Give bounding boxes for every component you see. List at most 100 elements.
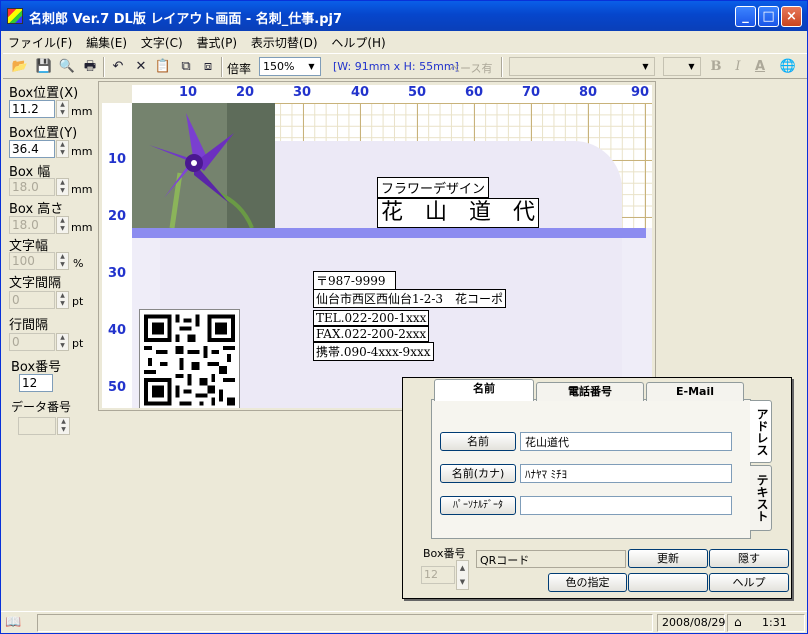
ruler-label: 60	[465, 85, 484, 100]
box-height-input[interactable]: 18.0	[9, 216, 55, 234]
box-number-field: 12	[19, 374, 53, 392]
unit-label: pt	[72, 295, 84, 308]
chevron-down-icon: ▼	[308, 62, 315, 71]
delete-icon[interactable]: ✕	[132, 58, 150, 76]
book-icon: 📖	[5, 615, 22, 630]
tab-email[interactable]: E-Mail	[646, 382, 744, 401]
tel-text[interactable]: TEL.022-200-1xxx	[313, 310, 430, 326]
name-text[interactable]: 花 山 道 代	[377, 198, 540, 228]
ruler-label: 50	[108, 380, 127, 395]
minimize-button[interactable]: _	[735, 6, 756, 27]
toolbar-separator	[221, 57, 223, 77]
base-toggle[interactable]: ベース有	[449, 60, 492, 76]
char-width-input[interactable]: 100	[9, 252, 55, 270]
menu-file[interactable]: ファイル(F)	[3, 32, 77, 51]
zoom-label: 倍率	[227, 62, 252, 76]
flower-photo[interactable]	[132, 103, 275, 229]
box-x-spinner[interactable]: ▲ ▼	[56, 100, 69, 118]
line-spacing-input[interactable]: 0	[9, 333, 55, 351]
menu-view[interactable]: 表示切替(D)	[246, 32, 323, 51]
company-text[interactable]: フラワーデザイン	[377, 177, 490, 198]
fax-text[interactable]: FAX.022-200-2xxx	[313, 326, 430, 342]
app-window: 名刺郎 Ver.7 DL版 レイアウト画面 - 名刺_仕事.pj7 _ □ × …	[0, 0, 808, 634]
menu-edit[interactable]: 編集(E)	[81, 32, 132, 51]
chevron-down-icon: ▼	[688, 62, 695, 71]
ruler-label: 30	[108, 266, 127, 281]
layout-canvas[interactable]: 10 20 30 40 50 60 70 80 90 10 20 30 40 5…	[98, 81, 656, 411]
line-spacing-spinner[interactable]: ▲ ▼	[56, 333, 69, 351]
maximize-button[interactable]: □	[758, 6, 779, 27]
group-icon[interactable]: ⧈	[199, 58, 217, 76]
ime-icon: ⌂	[734, 615, 742, 629]
box-x-label: Box位置(X)	[9, 86, 79, 101]
name-field[interactable]: 花山道代	[520, 432, 732, 451]
char-width-spinner[interactable]: ▲ ▼	[56, 252, 69, 270]
box-height-spinner[interactable]: ▲ ▼	[56, 216, 69, 234]
bold-icon[interactable]: B	[707, 58, 725, 76]
char-spacing-spinner[interactable]: ▲ ▼	[56, 291, 69, 309]
box-number-input[interactable]: 12	[421, 566, 455, 584]
data-number-spinner[interactable]: ▲ ▼	[57, 417, 70, 435]
window-title: 名刺郎 Ver.7 DL版 レイアウト画面 - 名刺_仕事.pj7	[29, 12, 343, 27]
undo-icon[interactable]: ↶	[109, 58, 127, 76]
name-kana-field[interactable]: ﾊﾅﾔﾏ ﾐﾁﾖ	[520, 464, 732, 483]
tab-panel: 名前 電話番号 E-Mail 名前 花山道代 名前(カナ) ﾊﾅﾔﾏ ﾐﾁﾖ ﾊ…	[431, 379, 751, 539]
globe-icon[interactable]: 🌐	[779, 58, 797, 76]
print-preview-icon[interactable]: 🔍	[58, 58, 76, 76]
box-x-input[interactable]: 11.2	[9, 100, 55, 118]
open-folder-icon[interactable]: 📂	[11, 58, 29, 76]
name-button[interactable]: 名前	[440, 432, 516, 451]
data-number-input[interactable]	[18, 417, 56, 435]
tab-address[interactable]: アドレス	[750, 400, 772, 463]
font-size-select[interactable]: ▼	[663, 57, 701, 76]
box-y-spinner[interactable]: ▲ ▼	[56, 140, 69, 158]
paste-icon[interactable]: 📋	[154, 58, 172, 76]
ruler-label: 80	[579, 85, 598, 100]
update-button[interactable]: 更新	[628, 549, 708, 568]
postal-text[interactable]: 〒987-9999	[313, 271, 396, 290]
color-button[interactable]: 色の指定	[548, 573, 627, 592]
tab-name[interactable]: 名前	[434, 379, 534, 401]
box-number-spinner[interactable]: ▲ ▼	[456, 560, 469, 590]
name-kana-button[interactable]: 名前(カナ)	[440, 464, 516, 483]
save-icon[interactable]: 💾	[35, 58, 53, 76]
print-icon[interactable]: 🖶	[81, 58, 99, 76]
box-number-label: Box番号	[423, 547, 466, 560]
mobile-text[interactable]: 携帯.090-4xxx-9xxx	[313, 342, 434, 361]
business-card[interactable]: フラワーデザイン 花 山 道 代 〒987-9999 仙台市西区西仙台1-2-3…	[132, 103, 652, 408]
box-width-input[interactable]: 18.0	[9, 178, 55, 196]
app-icon[interactable]	[7, 8, 23, 24]
left-ruler: 10 20 30 40 50	[102, 103, 132, 408]
zoom-select[interactable]: 150% ▼	[259, 57, 321, 76]
top-ruler: 10 20 30 40 50 60 70 80 90	[132, 85, 652, 103]
status-date: 2008/08/29	[657, 614, 725, 632]
address-text[interactable]: 仙台市西区西仙台1-2-3 花コーポ	[313, 289, 507, 308]
menu-help[interactable]: ヘルプ(H)	[326, 32, 390, 51]
copy-icon[interactable]: ⧉	[177, 58, 195, 76]
font-select[interactable]: ▼	[509, 57, 655, 76]
close-button[interactable]: ×	[781, 6, 802, 27]
italic-icon[interactable]: I	[729, 58, 747, 76]
ruler-label: 70	[522, 85, 541, 100]
char-spacing-input[interactable]: 0	[9, 291, 55, 309]
toolbar: 📂 💾 🔍 🖶 ↶ ✕ 📋 ⧉ ⧈ 倍率 150% ▼ [W: 91mm x H:…	[3, 53, 807, 79]
blue-band[interactable]	[132, 228, 646, 238]
menu-format[interactable]: 書式(P)	[191, 32, 242, 51]
status-message	[37, 614, 653, 632]
blank-button[interactable]	[628, 573, 708, 592]
unit-label: mm	[71, 221, 93, 234]
title-bar[interactable]: 名刺郎 Ver.7 DL版 レイアウト画面 - 名刺_仕事.pj7 _ □ ×	[1, 1, 807, 31]
ruler-label: 90	[631, 85, 650, 100]
tab-text[interactable]: テキスト	[750, 465, 772, 531]
box-width-spinner[interactable]: ▲ ▼	[56, 178, 69, 196]
personal-data-field[interactable]	[520, 496, 732, 515]
ruler-label: 40	[108, 323, 127, 338]
personal-data-button[interactable]: ﾊﾟｰｿﾅﾙﾃﾞｰﾀ	[440, 496, 516, 515]
help-button[interactable]: ヘルプ	[709, 573, 789, 592]
tab-phone[interactable]: 電話番号	[536, 382, 644, 401]
box-y-input[interactable]: 36.4	[9, 140, 55, 158]
font-color-icon[interactable]: A	[751, 58, 769, 76]
hide-button[interactable]: 隠す	[709, 549, 789, 568]
qr-code[interactable]	[139, 309, 240, 408]
menu-text[interactable]: 文字(C)	[136, 32, 188, 51]
